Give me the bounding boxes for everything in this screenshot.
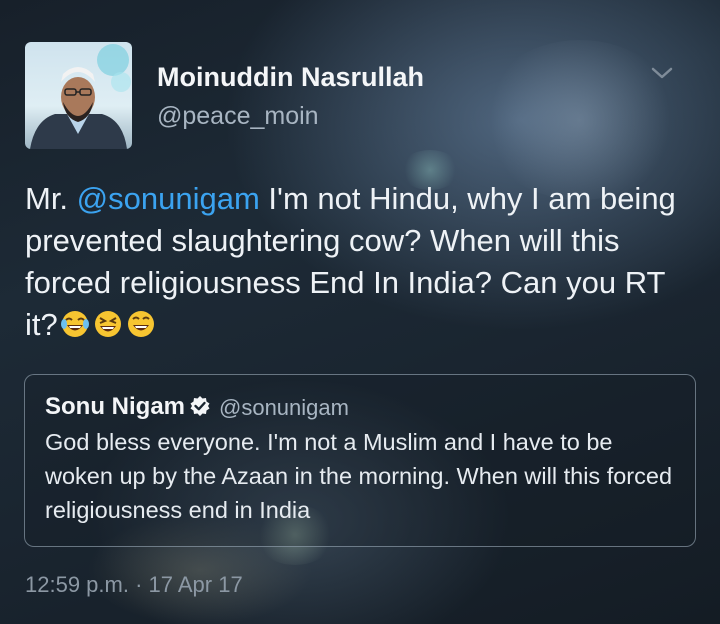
grinning-squinting-face-icon <box>93 308 123 338</box>
tweet-timestamp[interactable]: 12:59 p.m. · 17 Apr 17 <box>25 572 243 598</box>
grinning-squinting-face-icon <box>126 308 156 338</box>
author-handle[interactable]: @peace_moin <box>157 102 319 131</box>
avatar[interactable] <box>25 42 132 149</box>
tweet-text-prefix: Mr. <box>25 181 77 216</box>
quoted-tweet[interactable]: Sonu Nigam @sonunigam God bless everyone… <box>24 374 696 547</box>
chevron-down-icon[interactable] <box>650 64 674 82</box>
mention-link[interactable]: @sonunigam <box>77 181 260 216</box>
author-name[interactable]: Moinuddin Nasrullah <box>157 62 424 93</box>
face-with-tears-of-joy-icon <box>60 308 90 338</box>
quoted-author-handle: @sonunigam <box>219 395 349 420</box>
verified-badge-icon <box>190 396 210 416</box>
quoted-tweet-text: God bless everyone. I'm not a Muslim and… <box>45 429 673 523</box>
profile-photo-icon <box>30 44 131 149</box>
quoted-author-name: Sonu Nigam <box>45 393 186 420</box>
tweet-text: Mr. @sonunigam I'm not Hindu, why I am b… <box>25 178 705 346</box>
